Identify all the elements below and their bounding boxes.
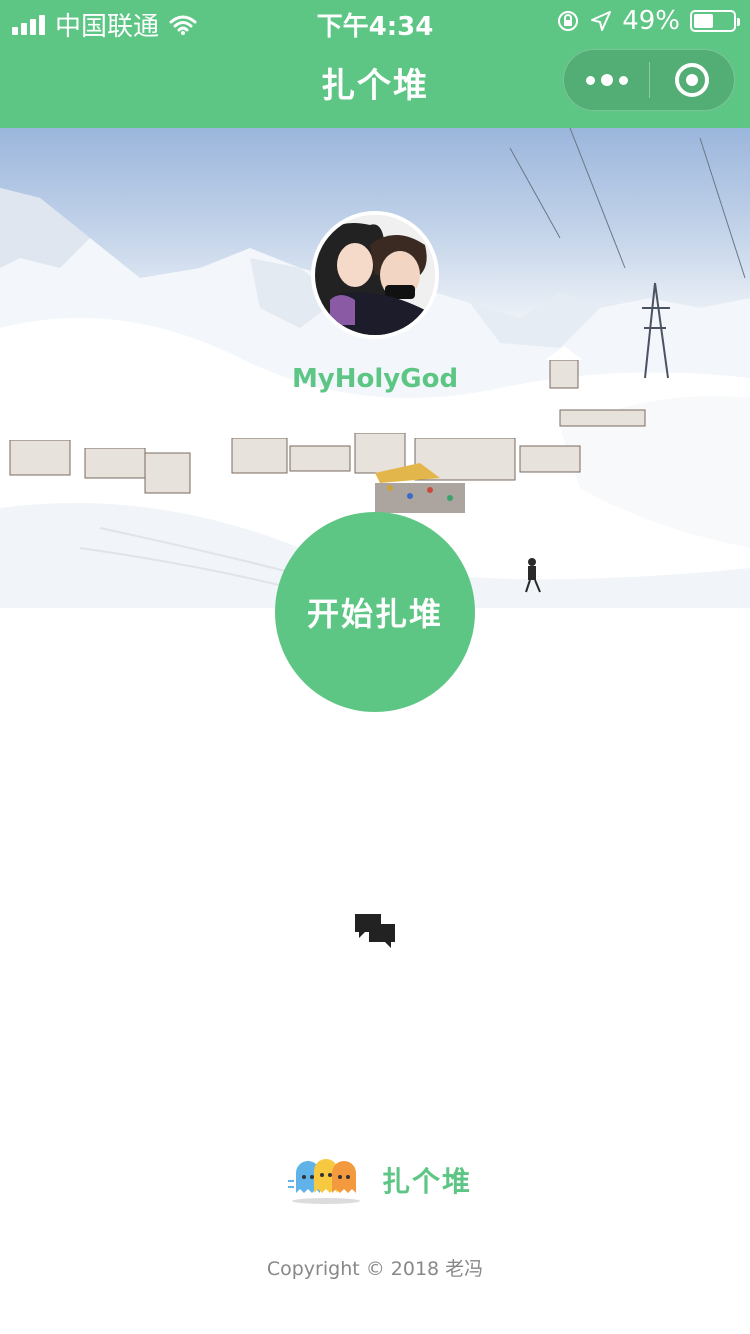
copyright-text: Copyright © 2018 老冯 [266,1258,484,1280]
ghost-logo-icon [288,1159,360,1204]
status-bar: 中国联通 下午4:34 49% [0,0,750,42]
status-right: 49% [556,6,740,36]
start-button[interactable]: 开始扎堆 [275,512,475,712]
menu-capsule [563,49,735,111]
close-mini-program-button[interactable] [650,49,734,111]
lock-rotation-icon [558,11,579,31]
username: MyHolyGod [291,364,459,394]
battery-fill [694,14,713,28]
chat-icon[interactable] [353,912,397,950]
footer-logo: 扎个堆 [288,1152,488,1208]
close-mini-program-icon [674,63,709,97]
footer-brand: 扎个堆 [382,1165,473,1198]
avatar[interactable] [311,211,439,339]
location-icon [591,11,612,31]
avatar-photo [315,215,435,335]
top-bar: 中国联通 下午4:34 49% 扎个堆 [0,0,750,128]
battery-percent: 49% [622,6,680,36]
more-button[interactable] [564,49,649,111]
battery-icon [690,10,740,32]
